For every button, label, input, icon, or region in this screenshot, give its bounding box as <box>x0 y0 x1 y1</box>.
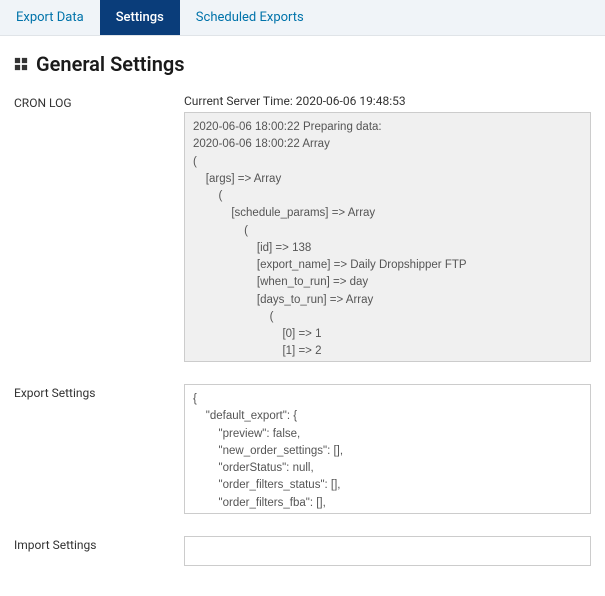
tab-scheduled-exports[interactable]: Scheduled Exports <box>180 0 320 35</box>
server-time: Current Server Time: 2020-06-06 19:48:53 <box>184 94 591 108</box>
import-settings-row: Import Settings <box>14 536 591 570</box>
page-header: General Settings <box>0 36 605 86</box>
export-settings-row: Export Settings <box>14 384 591 518</box>
tab-bar: Export Data Settings Scheduled Exports <box>0 0 605 36</box>
import-settings-textarea[interactable] <box>184 536 591 566</box>
page-title: General Settings <box>36 52 185 76</box>
cron-log-row: CRON LOG Current Server Time: 2020-06-06… <box>14 94 591 366</box>
tab-settings[interactable]: Settings <box>100 0 180 35</box>
export-settings-textarea[interactable] <box>184 384 591 514</box>
tab-export-data[interactable]: Export Data <box>0 0 100 35</box>
import-settings-label: Import Settings <box>14 536 184 552</box>
cron-log-label: CRON LOG <box>14 94 184 110</box>
export-settings-label: Export Settings <box>14 384 184 400</box>
settings-icon <box>14 57 28 71</box>
cron-log-textarea[interactable] <box>184 112 591 362</box>
settings-body: CRON LOG Current Server Time: 2020-06-06… <box>0 86 605 596</box>
